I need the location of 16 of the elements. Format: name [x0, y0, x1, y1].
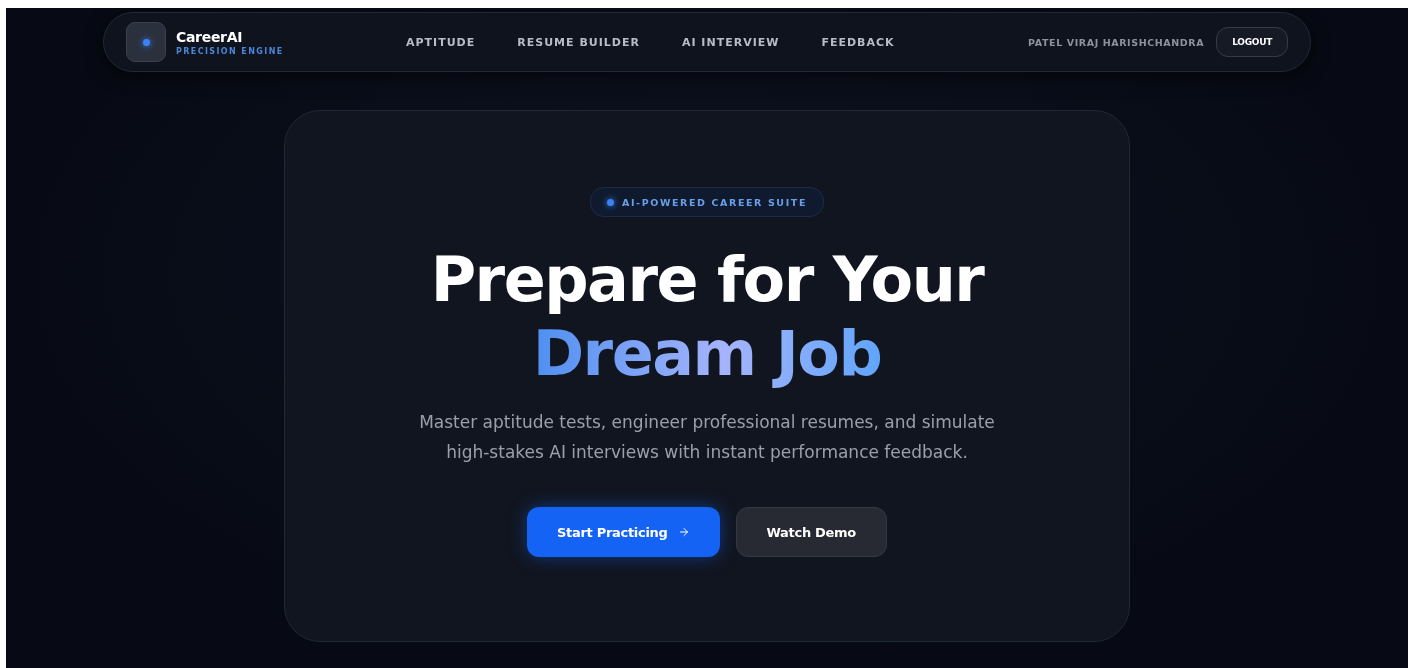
- user-name: PATEL VIRAJ HARISHCHANDRA: [1028, 36, 1205, 48]
- logo-icon: [126, 22, 166, 62]
- brand-tagline: PRECISION ENGINE: [176, 46, 285, 56]
- dot-icon: [607, 198, 615, 206]
- start-practicing-button[interactable]: Start Practicing: [527, 507, 720, 557]
- nav-link[interactable]: RESUME BUILDER: [517, 35, 640, 49]
- arrow-icon: [677, 526, 690, 538]
- watch-demo-button[interactable]: Watch Demo: [735, 507, 887, 557]
- hero-title: Prepare for Your: [430, 243, 984, 317]
- logout-button[interactable]: LOGOUT: [1216, 27, 1288, 57]
- nav-link[interactable]: APTITUDE: [406, 35, 476, 49]
- hero-subtitle: Master aptitude tests, engineer professional resumes, and simulate high-stakes AI interviews with instant performance feedback.: [418, 411, 996, 464]
- brand-name: CareerAI: [176, 28, 244, 45]
- nav-link[interactable]: AI INTERVIEW: [681, 35, 780, 49]
- badge-text: AI-POWERED CAREER SUITE: [622, 196, 807, 208]
- nav-link[interactable]: FEEDBACK: [821, 35, 895, 49]
